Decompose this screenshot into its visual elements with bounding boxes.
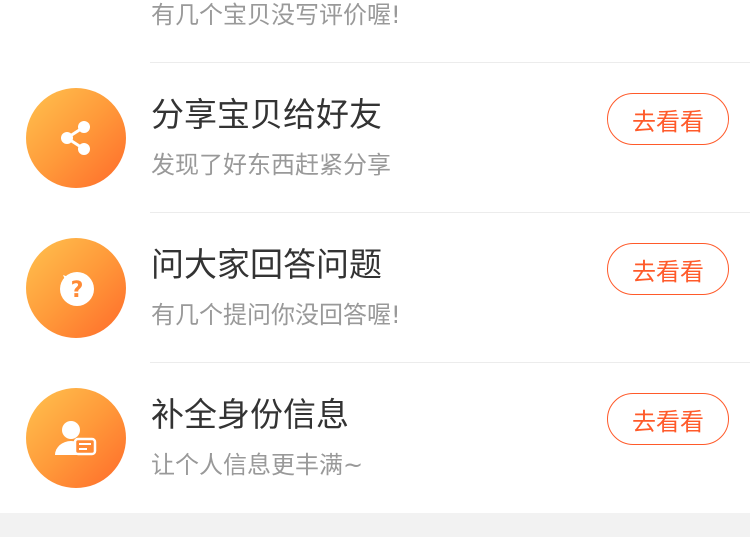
question-bubble-icon: ? (26, 238, 126, 338)
task-subtitle: 发现了好东西赶紧分享 (151, 151, 391, 179)
task-row-qa: ? 问大家回答问题 有几个提问你没回答喔! 去看看 (0, 213, 750, 363)
task-row-profile: 补全身份信息 让个人信息更丰满~ 去看看 (0, 363, 750, 513)
task-row-share: 分享宝贝给好友 发现了好东西赶紧分享 去看看 (0, 63, 750, 213)
task-subtitle: 让个人信息更丰满~ (151, 451, 364, 479)
task-title: 分享宝贝给好友 (151, 95, 382, 134)
task-row-review: 有几个宝贝没写评价喔! (0, 0, 750, 50)
svg-text:?: ? (71, 278, 84, 303)
task-title: 问大家回答问题 (151, 245, 382, 284)
bottom-spacer (0, 513, 750, 537)
go-see-button-profile[interactable]: 去看看 (607, 393, 729, 445)
go-see-button-share[interactable]: 去看看 (607, 93, 729, 145)
task-list: 有几个宝贝没写评价喔! 分享宝贝给好友 发现了好东西赶紧分享 去看看 ? 问大家… (0, 0, 750, 513)
task-subtitle: 有几个宝贝没写评价喔! (151, 1, 401, 29)
share-icon (26, 88, 126, 188)
task-subtitle: 有几个提问你没回答喔! (151, 301, 401, 329)
go-see-button-qa[interactable]: 去看看 (607, 243, 729, 295)
task-title: 补全身份信息 (151, 395, 349, 434)
user-card-icon (26, 388, 126, 488)
